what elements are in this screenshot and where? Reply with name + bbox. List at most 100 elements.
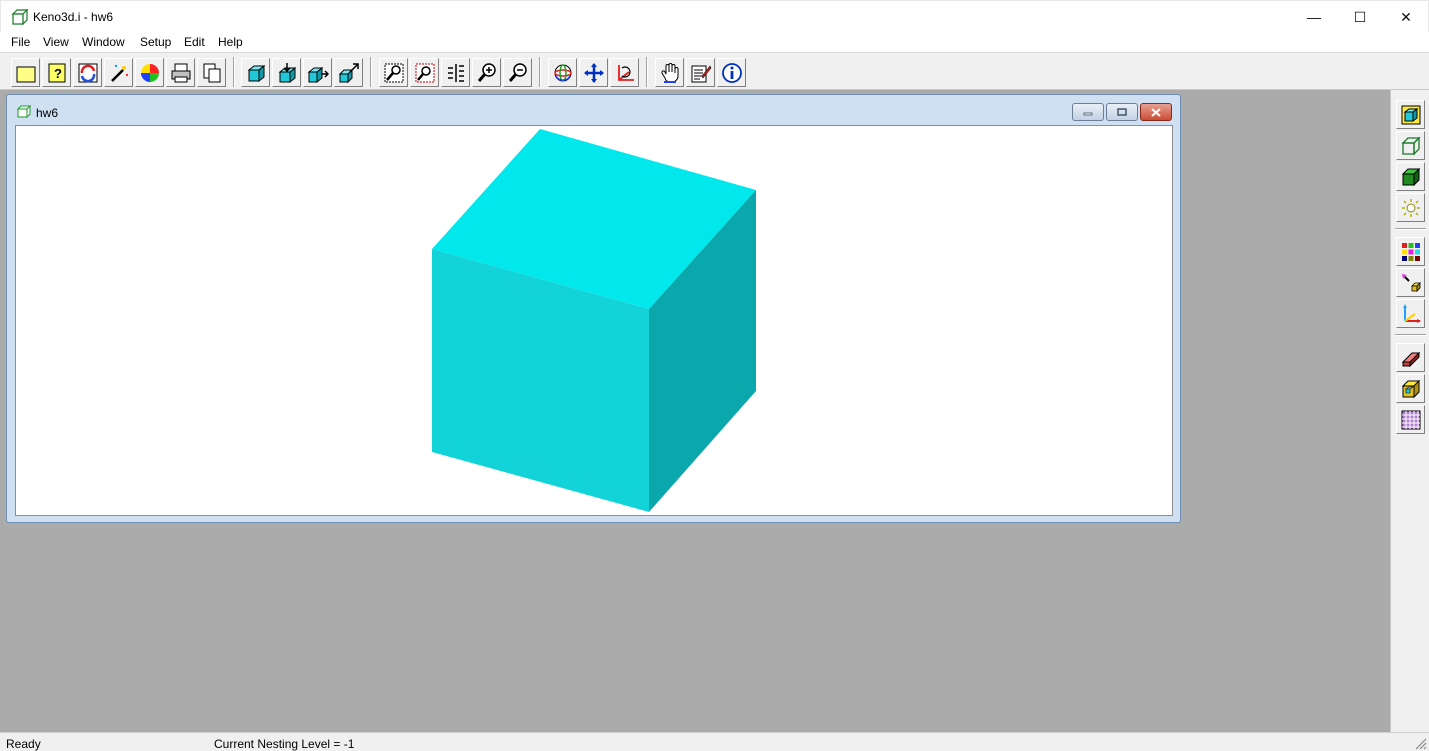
- child-close-button[interactable]: [1140, 103, 1172, 121]
- menu-edit[interactable]: Edit: [184, 35, 205, 49]
- toolbar-separator: [1395, 334, 1426, 336]
- scale-ruler-button[interactable]: [441, 58, 470, 87]
- cube-model[interactable]: [16, 126, 1173, 516]
- copy-page-button[interactable]: [197, 58, 226, 87]
- close-button[interactable]: ✕: [1383, 1, 1429, 33]
- zoom-window-button[interactable]: [379, 58, 408, 87]
- title-bar: Keno3d.i - hw6 — ☐ ✕: [0, 0, 1429, 32]
- cube-insert-icon: [278, 62, 296, 83]
- assembly-button[interactable]: [1396, 374, 1425, 403]
- main-toolbar: ?: [0, 52, 1429, 90]
- toolbar-separator: [370, 57, 372, 87]
- axes-icon: [1402, 303, 1421, 323]
- lighting-button[interactable]: [1396, 193, 1425, 222]
- edit-properties-button[interactable]: [686, 58, 715, 87]
- svg-text:?: ?: [54, 66, 62, 81]
- wireframe-view-button[interactable]: [1396, 131, 1425, 160]
- wireframe-view-icon: [1400, 135, 1421, 156]
- menu-window[interactable]: Window: [82, 35, 125, 49]
- close-icon: [1151, 107, 1161, 117]
- minimize-button[interactable]: —: [1291, 1, 1337, 33]
- solid-view-icon: [1401, 167, 1420, 186]
- mesh-grid-icon: [1401, 410, 1420, 429]
- maximize-icon: ☐: [1353, 8, 1367, 25]
- edit-properties-icon: [691, 64, 711, 82]
- child-minimize-button[interactable]: [1072, 103, 1104, 121]
- zoom-extents-icon: [415, 63, 434, 82]
- open-button[interactable]: [11, 58, 40, 87]
- refresh-icon: [78, 63, 97, 82]
- cube-move-button[interactable]: [303, 58, 332, 87]
- cube-insert-button[interactable]: [272, 58, 301, 87]
- assembly-icon: [1401, 379, 1420, 398]
- help-file-icon: ?: [48, 63, 65, 82]
- toolbar-separator: [233, 57, 235, 87]
- axis-rotate-icon: [617, 64, 634, 81]
- cube-move-icon: [307, 66, 329, 83]
- rotate-globe-icon: [553, 63, 572, 82]
- axes-button[interactable]: [1396, 299, 1425, 328]
- color-wheel-icon: [140, 63, 159, 82]
- eraser-icon: [1401, 351, 1420, 367]
- restore-icon: [1117, 108, 1127, 116]
- mesh-grid-button[interactable]: [1396, 405, 1425, 434]
- rotate-button[interactable]: [548, 58, 577, 87]
- zoom-out-button[interactable]: [503, 58, 532, 87]
- hand-pick-icon: [660, 62, 678, 83]
- pick-button[interactable]: [655, 58, 684, 87]
- app-cube-icon: [11, 9, 29, 25]
- toolbar-separator: [646, 57, 648, 87]
- view-toolbar: [1390, 90, 1429, 732]
- refresh-button[interactable]: [73, 58, 102, 87]
- light-source-button[interactable]: [1396, 268, 1425, 297]
- pan-button[interactable]: [579, 58, 608, 87]
- status-bar: Ready Current Nesting Level = -1: [0, 732, 1429, 751]
- zoom-in-icon: [477, 62, 496, 82]
- menu-view[interactable]: View: [43, 35, 69, 49]
- zoom-out-icon: [508, 62, 527, 82]
- pan-arrows-icon: [583, 62, 604, 83]
- color-wheel-button[interactable]: [135, 58, 164, 87]
- 3d-viewport[interactable]: [15, 125, 1173, 516]
- minimize-icon: [1083, 112, 1093, 116]
- lighting-icon: [1401, 198, 1420, 217]
- view-cube-icon: [247, 64, 265, 82]
- view-cube-button[interactable]: [241, 58, 270, 87]
- solid-view-button[interactable]: [1396, 162, 1425, 191]
- cube-export-button[interactable]: [334, 58, 363, 87]
- print-icon: [171, 63, 190, 82]
- magic-wand-icon: [110, 64, 128, 82]
- palette-button[interactable]: [1396, 237, 1425, 266]
- info-button[interactable]: [717, 58, 746, 87]
- resize-grip-icon[interactable]: [1413, 736, 1427, 750]
- child-maximize-button[interactable]: [1106, 103, 1138, 121]
- shaded-view-button[interactable]: [1396, 100, 1425, 129]
- window-title: Keno3d.i - hw6: [33, 10, 114, 24]
- child-cube-icon: [17, 105, 31, 118]
- toolbar-separator: [539, 57, 541, 87]
- open-folder-icon: [16, 66, 35, 82]
- minimize-icon: —: [1307, 9, 1321, 25]
- child-title-bar[interactable]: hw6: [7, 95, 1180, 125]
- scale-ruler-icon: [447, 63, 464, 82]
- info-icon: [721, 62, 742, 83]
- print-button[interactable]: [166, 58, 195, 87]
- child-window-title: hw6: [36, 106, 59, 120]
- shaded-view-icon: [1401, 105, 1420, 124]
- close-icon: ✕: [1400, 8, 1412, 25]
- zoom-extents-button[interactable]: [410, 58, 439, 87]
- menu-setup[interactable]: Setup: [140, 35, 171, 49]
- menu-file[interactable]: File: [11, 35, 30, 49]
- eraser-button[interactable]: [1396, 343, 1425, 372]
- zoom-window-icon: [384, 63, 403, 82]
- magic-wand-button[interactable]: [104, 58, 133, 87]
- help-file-button[interactable]: ?: [42, 58, 71, 87]
- status-ready: Ready: [6, 737, 41, 751]
- axis-rotate-button[interactable]: [610, 58, 639, 87]
- cube-export-icon: [338, 62, 359, 83]
- palette-grid-icon: [1401, 242, 1420, 261]
- menu-help[interactable]: Help: [218, 35, 243, 49]
- maximize-button[interactable]: ☐: [1337, 1, 1383, 33]
- zoom-in-button[interactable]: [472, 58, 501, 87]
- light-source-icon: [1401, 273, 1421, 292]
